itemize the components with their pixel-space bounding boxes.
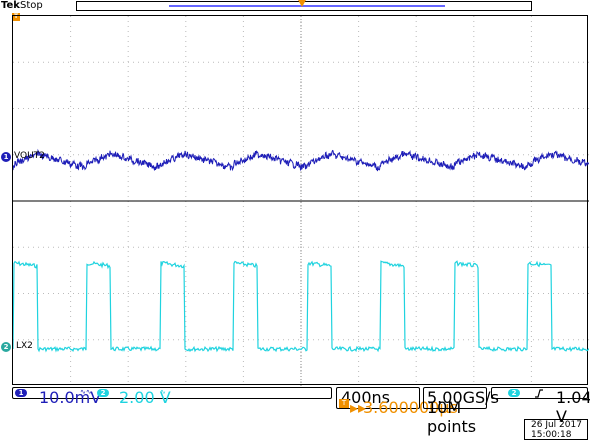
channel-readout-panel[interactable]: 1 10.0mV ∿∿ 2 2.00 V ∿ [12,387,332,407]
graticule-svg [13,16,589,386]
datetime-readout: 26 Jul 2017 15:00:18 [524,419,588,440]
ch1-badge: 1 [15,389,27,397]
trigger-position-icon [298,0,306,7]
trigger-source-badge: 2 [508,389,520,397]
top-status-bar: Tek Stop [0,0,590,14]
ch2-badge: 2 [97,389,109,397]
brand-logo: Tek [1,0,20,11]
record-view-window[interactable] [169,5,445,7]
ch2-label: LX2 [16,341,33,351]
delay-trigger-icon: T [339,399,349,408]
date-value: 26 Jul 2017 [531,420,582,430]
horizontal-readout-panel[interactable]: 400ns T ▸▸ 3.600000µs [336,387,458,417]
ch1-label: VOUT2 [14,151,45,161]
ch2-ground-marker-icon[interactable]: 2 [1,342,11,352]
record-length-indicator[interactable] [76,0,532,11]
run-state-label: Stop [20,0,43,11]
trigger-readout-panel[interactable]: 2 1.04 V [491,387,590,426]
waveform-graticule[interactable] [12,15,589,386]
acquisition-readout-panel[interactable]: 5.00GS/s 10M points [423,387,499,436]
rising-edge-icon [535,389,543,398]
record-length-value: 10M points [427,398,477,436]
ch1-ground-marker-icon[interactable]: 1 [1,152,11,162]
ch2-coupling-icon: ∿ [160,388,166,396]
ch1-coupling-icon: ∿∿ [80,388,92,396]
time-value: 15:00:18 [531,430,572,440]
